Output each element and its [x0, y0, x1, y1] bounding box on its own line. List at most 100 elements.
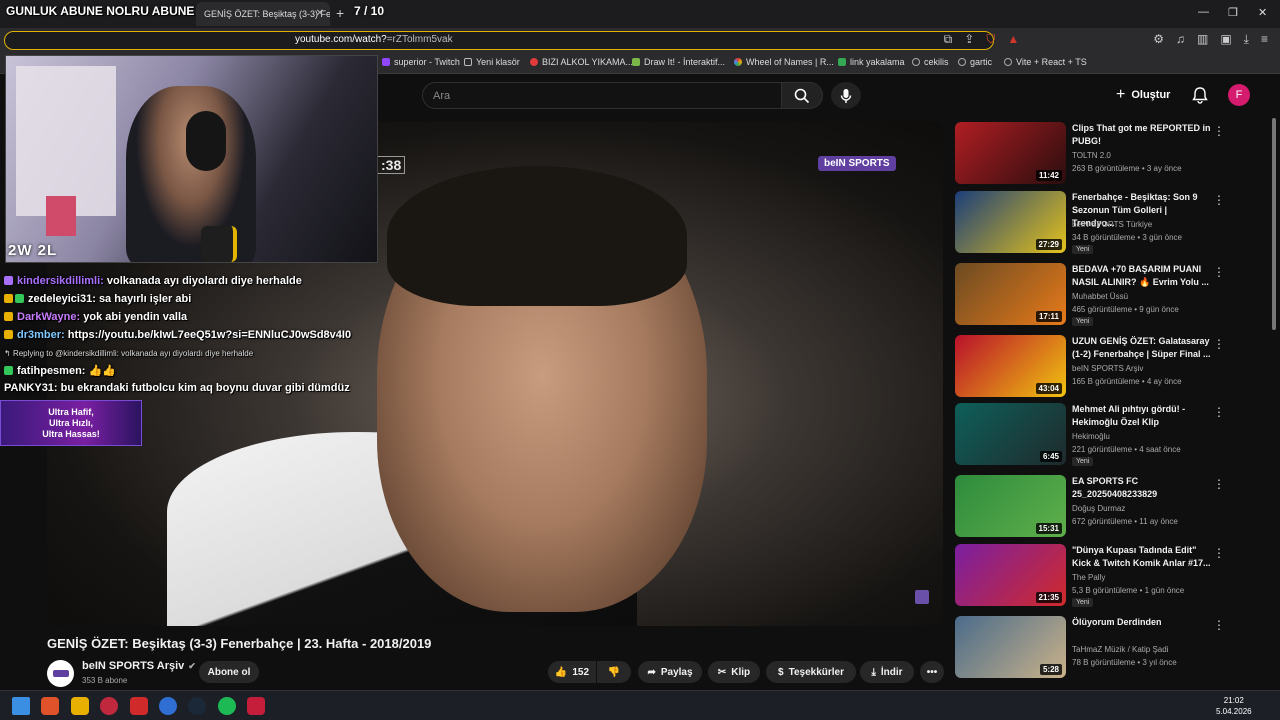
app-icon[interactable]	[159, 697, 177, 715]
bookmark-item[interactable]: Wheel of Names | R...	[734, 57, 834, 67]
thanks-button[interactable]: $ Teşekkürler	[766, 661, 856, 683]
clock[interactable]: 21:02 5.04.2026	[1216, 695, 1252, 717]
scrollbar[interactable]	[1272, 118, 1276, 330]
more-options-icon[interactable]: ⋮	[1213, 124, 1225, 138]
video-thumbnail[interactable]: 43:04	[955, 335, 1066, 397]
steam-icon[interactable]	[188, 697, 206, 715]
maximize-icon[interactable]: ❐	[1228, 6, 1238, 19]
more-options-icon[interactable]: ⋮	[1213, 193, 1225, 207]
maps-icon[interactable]	[100, 697, 118, 715]
bookmark-item[interactable]: Yeni klasör	[464, 57, 520, 67]
video-title[interactable]: BEDAVA +70 BAŞARIM PUANI NASIL ALINIR? 🔥…	[1072, 263, 1212, 289]
recommended-video[interactable]: 11:42 Clips That got me REPORTED in PUBG!…	[955, 122, 1275, 186]
thumbs-up-icon: 👍	[554, 666, 568, 678]
badge-icon	[4, 276, 13, 285]
new-tab-icon[interactable]: +	[336, 5, 344, 21]
notifications-button[interactable]	[1192, 86, 1208, 109]
recommended-video[interactable]: 5:28 Ölüyorum Derdinden TaHmaZ Müzik / Kat…	[955, 616, 1275, 680]
more-options-icon[interactable]: ⋮	[1213, 337, 1225, 351]
video-thumbnail[interactable]: 6:45	[955, 403, 1066, 465]
bookmark-item[interactable]: gartic	[958, 57, 992, 67]
download-icon[interactable]: ⤓	[1244, 32, 1249, 47]
channel-name[interactable]: The Pally	[1072, 573, 1105, 582]
video-title[interactable]: Ölüyorum Derdinden	[1072, 616, 1212, 629]
more-options-icon[interactable]: ⋮	[1213, 618, 1225, 632]
recommended-video[interactable]: 21:35 "Dünya Kupası Tadında Edit" Kick & …	[955, 544, 1275, 608]
subscribe-button[interactable]: Abone ol	[199, 661, 259, 683]
video-thumbnail[interactable]: 11:42	[955, 122, 1066, 184]
share-icon[interactable]: ⇪	[964, 32, 974, 47]
dislike-button[interactable]: 👎	[597, 661, 631, 683]
video-title[interactable]: "Dünya Kupası Tadında Edit" Kick & Twitc…	[1072, 544, 1212, 570]
channel-name[interactable]: beIN SPORTS Arşiv ✔	[82, 660, 196, 672]
search-input[interactable]: Ara	[422, 82, 782, 109]
channel-name[interactable]: Doğuş Durmaz	[1072, 504, 1125, 513]
more-actions-button[interactable]: •••	[920, 661, 944, 683]
stream-title-overlay: GUNLUK ABUNE NOLRU ABUNE	[6, 4, 195, 18]
url-text[interactable]: youtube.com/watch?=rZTolmm5vak	[295, 34, 453, 45]
clip-button[interactable]: ✂ Klip	[708, 661, 760, 683]
more-options-icon[interactable]: ⋮	[1213, 477, 1225, 491]
start-icon[interactable]	[12, 697, 30, 715]
rewards-icon[interactable]: ▲	[1007, 32, 1019, 47]
browser-tab[interactable]: GENİŞ ÖZET: Beşiktaş (3-3) Fener ✕	[196, 2, 330, 26]
like-button[interactable]: 👍 152	[548, 661, 596, 683]
bookmark-item[interactable]: cekilis	[912, 57, 949, 67]
more-options-icon[interactable]: ⋮	[1213, 265, 1225, 279]
brave-icon[interactable]	[41, 697, 59, 715]
verified-icon: ✔	[188, 660, 196, 671]
recommended-video[interactable]: 17:11 BEDAVA +70 BAŞARIM PUANI NASIL ALIN…	[955, 263, 1275, 327]
music-icon[interactable]: ♫	[1176, 32, 1185, 47]
app-icon[interactable]	[130, 697, 148, 715]
recommended-video[interactable]: 6:45 Mehmet Ali pıhtıyı gördü! - Hekimoğl…	[955, 403, 1275, 467]
video-thumbnail[interactable]: 15:31	[955, 475, 1066, 537]
video-title[interactable]: Mehmet Ali pıhtıyı gördü! - Hekimoğlu Öz…	[1072, 403, 1212, 429]
close-window-icon[interactable]: ✕	[1258, 6, 1267, 19]
more-options-icon[interactable]: ⋮	[1213, 405, 1225, 419]
reply-icon: ↰	[4, 349, 13, 358]
bookmark-item[interactable]: link yakalama	[838, 57, 905, 67]
video-meta: 263 B görüntüleme • 3 ay önce	[1072, 164, 1182, 173]
search-button[interactable]	[781, 82, 823, 109]
recommended-video[interactable]: 15:31 EA SPORTS FC 25_20250408233829 Doğuş…	[955, 475, 1275, 539]
voice-search-button[interactable]	[831, 82, 861, 109]
minimize-icon[interactable]: —	[1198, 6, 1209, 18]
recommended-video[interactable]: 27:29 Fenerbahçe - Beşiktaş: Son 9 Sezonu…	[955, 191, 1275, 255]
shield-icon[interactable]: ⛉	[986, 32, 995, 47]
extensions-icon[interactable]: ⚙	[1153, 32, 1164, 47]
bookmark-item[interactable]: Draw It! - İnteraktif...	[632, 57, 725, 67]
video-thumbnail[interactable]: 17:11	[955, 263, 1066, 325]
app-icon[interactable]	[247, 697, 265, 715]
folder-icon[interactable]	[71, 697, 89, 715]
channel-avatar[interactable]	[47, 660, 74, 687]
menu-icon[interactable]: ≡	[1261, 32, 1268, 47]
wallet-icon[interactable]: ▣	[1220, 32, 1231, 47]
video-title[interactable]: EA SPORTS FC 25_20250408233829	[1072, 475, 1212, 501]
video-title[interactable]: UZUN GENİŞ ÖZET: Galatasaray (1-2) Fener…	[1072, 335, 1212, 361]
share-button[interactable]: ➦ Paylaş	[638, 661, 702, 683]
spotify-icon[interactable]	[218, 697, 236, 715]
chat-message: fatihpesmen: 👍👍	[4, 364, 116, 377]
bookmark-item[interactable]: Vite + React + TS	[1004, 57, 1087, 67]
account-avatar[interactable]: F	[1228, 84, 1250, 106]
channel-name[interactable]: Hekimoğlu	[1072, 432, 1110, 441]
recommended-video[interactable]: 43:04 UZUN GENİŞ ÖZET: Galatasaray (1-2) …	[955, 335, 1275, 399]
video-title[interactable]: Clips That got me REPORTED in PUBG!	[1072, 122, 1212, 148]
channel-name[interactable]: Muhabbet Üssü	[1072, 292, 1128, 301]
bookmark-item[interactable]: superior - Twitch	[382, 57, 460, 67]
create-button[interactable]: + Oluştur	[1116, 86, 1170, 104]
bookmark-item[interactable]: BIZI ALKOL YIKAMA...	[530, 57, 633, 67]
channel-name[interactable]: TOLTN 2.0	[1072, 151, 1111, 160]
video-thumbnail[interactable]: 27:29	[955, 191, 1066, 253]
sidebar-icon[interactable]: ▥	[1197, 32, 1208, 47]
close-tab-icon[interactable]: ✕	[316, 8, 324, 19]
channel-name[interactable]: beIN SPORTS Arşiv	[1072, 364, 1143, 373]
download-button[interactable]: ⤓ İndir	[860, 661, 914, 683]
more-options-icon[interactable]: ⋮	[1213, 546, 1225, 560]
channel-name[interactable]: beIN SPORTS Türkiye	[1072, 220, 1152, 229]
address-bar[interactable]	[4, 31, 994, 50]
install-icon[interactable]: ⧉	[944, 32, 953, 47]
video-thumbnail[interactable]: 5:28	[955, 616, 1066, 678]
video-thumbnail[interactable]: 21:35	[955, 544, 1066, 606]
channel-name[interactable]: TaHmaZ Müzik / Katip Şadi	[1072, 645, 1168, 654]
